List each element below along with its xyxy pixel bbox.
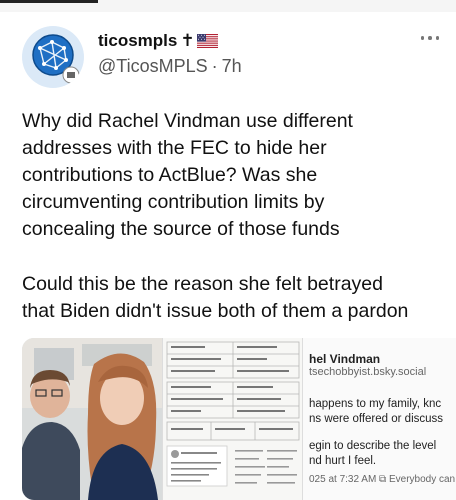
more-horizontal-icon-dot	[435, 36, 440, 40]
post-text-line: circumventing contribution limits by	[22, 191, 325, 213]
post-time[interactable]: 7h	[222, 56, 242, 76]
author-handle-line: @TicosMPLS · 7h	[98, 56, 242, 77]
separator: ·	[211, 56, 218, 76]
screenshot-text-line: egin to describe the level	[309, 440, 437, 452]
more-horizontal-icon-dot	[420, 36, 425, 40]
top-strip	[0, 0, 456, 12]
post-text-line: contributions to ActBlue? Was she	[22, 164, 318, 186]
screenshot-author-name: hel Vindman	[309, 352, 381, 366]
screenshot-text-line: happens to my family, knc	[309, 398, 442, 410]
author-display-name[interactable]: ticosmpls ✝	[98, 31, 218, 53]
cross-symbol: ✝	[180, 31, 195, 50]
screenshot-text-line: nd hurt I feel.	[309, 455, 377, 467]
author-name-text: ticosmpls	[98, 31, 178, 50]
post-card[interactable]: ticosmpls ✝ @TicosMPLS · 7h Why did Rach…	[0, 12, 456, 500]
fec-form-scan[interactable]	[162, 338, 303, 500]
more-options-button[interactable]	[418, 32, 442, 44]
screenshot-author-handle: tsechobbyist.bsky.social	[309, 366, 427, 378]
post-text-line: Why did Rachel Vindman use different	[22, 110, 353, 132]
post-text: Why did Rachel Vindman use different add…	[22, 108, 447, 325]
screenshot-text-line: ns were offered or discuss	[309, 413, 444, 425]
author-handle[interactable]: @TicosMPLS	[98, 56, 208, 76]
post-text-line: that Biden didn't issue both of them a p…	[22, 300, 409, 322]
screenshot-meta: 025 at 7:32 AM ⧉ Everybody can r	[309, 474, 456, 485]
post-text-line: Could this be the reason she felt betray…	[22, 273, 383, 295]
globe-network-icon	[22, 26, 84, 88]
post-text-line: concealing the source of those funds	[22, 218, 340, 240]
more-horizontal-icon-dot	[428, 36, 432, 40]
avatar[interactable]	[22, 26, 84, 88]
bluesky-screenshot[interactable]: hel Vindman tsechobbyist.bsky.social hap…	[302, 338, 456, 500]
tab-indicator	[0, 0, 98, 3]
media-attachment[interactable]: hel Vindman tsechobbyist.bsky.social hap…	[22, 338, 456, 500]
post-text-line: addresses with the FEC to hide her	[22, 137, 327, 159]
us-flag-icon	[196, 33, 218, 53]
photo-of-two-people[interactable]	[22, 338, 162, 500]
